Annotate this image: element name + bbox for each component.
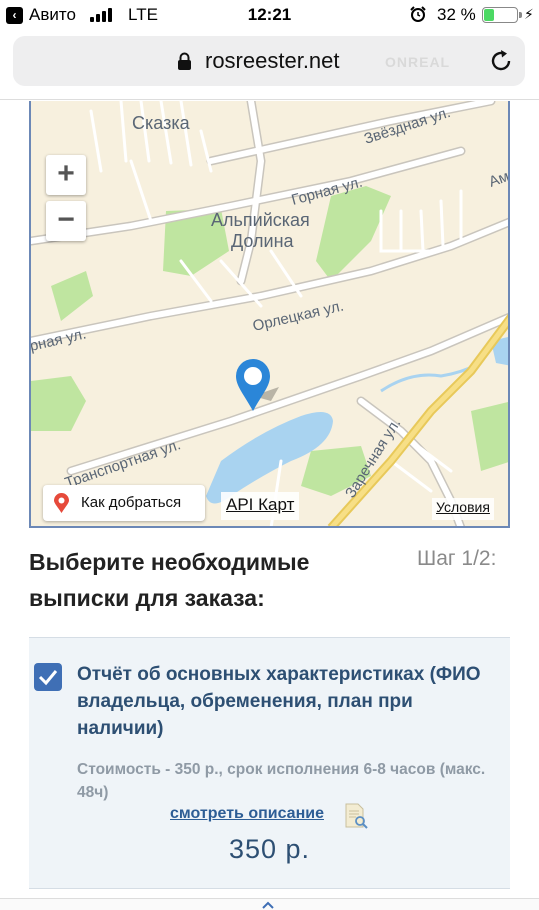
browser-toolbar: rosreester.net ONREAL xyxy=(0,30,539,100)
document-search-icon[interactable] xyxy=(343,803,369,830)
extract-title[interactable]: Отчёт об основных характеристиках (ФИО в… xyxy=(77,661,492,742)
order-heading: Выберите необходимые выписки для заказа: xyxy=(29,549,310,611)
page-content: Сказка Звёздная ул. Горная ул. Ам Альпий… xyxy=(0,101,539,910)
map[interactable]: Сказка Звёздная ул. Горная ул. Ам Альпий… xyxy=(29,101,510,528)
address-bar[interactable]: rosreester.net ONREAL xyxy=(13,36,525,86)
charging-bolt-icon: ⚡ xyxy=(524,6,534,22)
battery-icon xyxy=(482,7,522,23)
extract-cost-info: Стоимость - 350 р., срок исполнения 6-8 … xyxy=(77,761,486,801)
checkmark-icon xyxy=(38,670,58,686)
extract-option-card[interactable]: Отчёт об основных характеристиках (ФИО в… xyxy=(29,637,510,889)
zoom-in-button[interactable]: + xyxy=(46,155,86,195)
route-pin-icon xyxy=(54,493,69,513)
alarm-clock-icon xyxy=(410,6,426,22)
step-indicator: Шаг 1/2: xyxy=(417,547,497,570)
zoom-out-button[interactable]: − xyxy=(46,201,86,241)
chevron-up-icon[interactable] xyxy=(262,901,274,909)
route-button[interactable]: Как добраться xyxy=(43,485,205,521)
map-label-skazka: Сказка xyxy=(132,113,191,133)
url-text[interactable]: rosreester.net xyxy=(205,48,340,74)
map-canvas[interactable]: Сказка Звёздная ул. Горная ул. Ам Альпий… xyxy=(31,101,510,528)
watermark: ONREAL xyxy=(385,54,451,70)
extract-price: 350 р. xyxy=(228,834,311,864)
battery-percent: 32 % xyxy=(437,5,476,24)
map-label-alpine-2: Долина xyxy=(231,231,295,251)
extract-checkbox[interactable] xyxy=(34,663,62,691)
api-maps-link[interactable]: API Карт xyxy=(221,492,300,520)
lock-icon xyxy=(178,52,191,70)
bottom-toolbar-edge xyxy=(0,898,539,910)
reload-icon[interactable] xyxy=(487,47,515,75)
map-label-alpine-1: Альпийская xyxy=(211,210,310,230)
route-button-label: Как добраться xyxy=(81,494,182,511)
terms-link[interactable]: Условия xyxy=(432,498,494,520)
view-description-link[interactable]: смотреть описание xyxy=(170,805,324,823)
status-bar: ‹ Авито LTE 12:21 32 % ⚡ xyxy=(0,0,539,30)
